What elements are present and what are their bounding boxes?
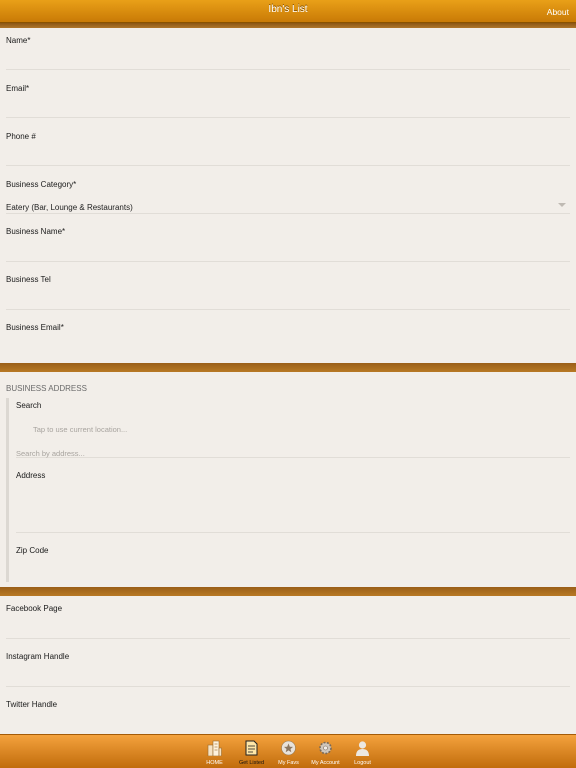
tab-my-favs[interactable]: My Favs: [270, 735, 307, 768]
business-email-label: Business Email*: [6, 323, 64, 332]
zip-code-label: Zip Code: [16, 546, 49, 555]
chevron-down-icon: [558, 203, 566, 207]
tab-logout-label: Logout: [354, 760, 371, 766]
app-header: Ibn's List About: [0, 0, 576, 23]
zip-code-field[interactable]: Zip Code: [16, 546, 570, 580]
search-label: Search: [16, 401, 42, 410]
tab-logout[interactable]: Logout: [344, 735, 381, 768]
business-category-select[interactable]: Business Category* Eatery (Bar, Lounge &…: [6, 180, 570, 214]
gear-icon: [319, 741, 332, 755]
tab-home-label: HOME: [206, 760, 223, 766]
phone-field[interactable]: Phone #: [6, 132, 570, 166]
address-field[interactable]: Address: [16, 471, 570, 533]
business-category-value: Eatery (Bar, Lounge & Restaurants): [6, 203, 133, 212]
phone-label: Phone #: [6, 132, 36, 141]
listing-form: Name* Email* Phone # Business Category* …: [0, 28, 576, 734]
instagram-field[interactable]: Instagram Handle: [6, 652, 570, 687]
business-email-field[interactable]: Business Email*: [6, 323, 570, 358]
tab-my-account[interactable]: My Account: [307, 735, 344, 768]
section-divider: [0, 363, 576, 372]
business-tel-field[interactable]: Business Tel: [6, 275, 570, 310]
tab-my-favs-label: My Favs: [278, 760, 299, 766]
business-name-label: Business Name*: [6, 227, 66, 236]
address-search-field: Search Tap to use current location... Se…: [16, 401, 570, 458]
star-icon: [281, 740, 296, 756]
email-label: Email*: [6, 84, 30, 93]
tab-home[interactable]: HOME: [196, 735, 233, 768]
buildings-icon: [207, 740, 222, 756]
section-divider-2: [0, 587, 576, 596]
twitter-label: Twitter Handle: [6, 700, 58, 709]
twitter-field[interactable]: Twitter Handle: [6, 700, 570, 734]
email-field[interactable]: Email*: [6, 84, 570, 118]
name-field[interactable]: Name*: [6, 36, 570, 70]
tab-bar: HOME Get Listed My Favs My Account Logou…: [0, 734, 576, 768]
instagram-label: Instagram Handle: [6, 652, 70, 661]
current-location-button[interactable]: Tap to use current location...: [33, 425, 127, 434]
business-category-label: Business Category*: [6, 180, 77, 189]
business-name-field[interactable]: Business Name*: [6, 227, 570, 262]
search-address-input[interactable]: Search by address...: [16, 449, 85, 458]
tab-get-listed[interactable]: Get Listed: [233, 735, 270, 768]
business-address-heading: BUSINESS ADDRESS: [6, 384, 87, 393]
business-tel-label: Business Tel: [6, 275, 51, 284]
address-label: Address: [16, 471, 46, 480]
app-title: Ibn's List: [268, 4, 308, 15]
tab-get-listed-label: Get Listed: [238, 760, 265, 766]
facebook-label: Facebook Page: [6, 604, 63, 613]
about-button[interactable]: About: [547, 7, 569, 17]
document-icon: [245, 740, 258, 756]
facebook-field[interactable]: Facebook Page: [6, 604, 570, 639]
tab-my-account-label: My Account: [311, 760, 340, 766]
user-icon: [356, 741, 369, 756]
business-address-group: Search Tap to use current location... Se…: [6, 398, 570, 582]
name-label: Name*: [6, 36, 31, 45]
